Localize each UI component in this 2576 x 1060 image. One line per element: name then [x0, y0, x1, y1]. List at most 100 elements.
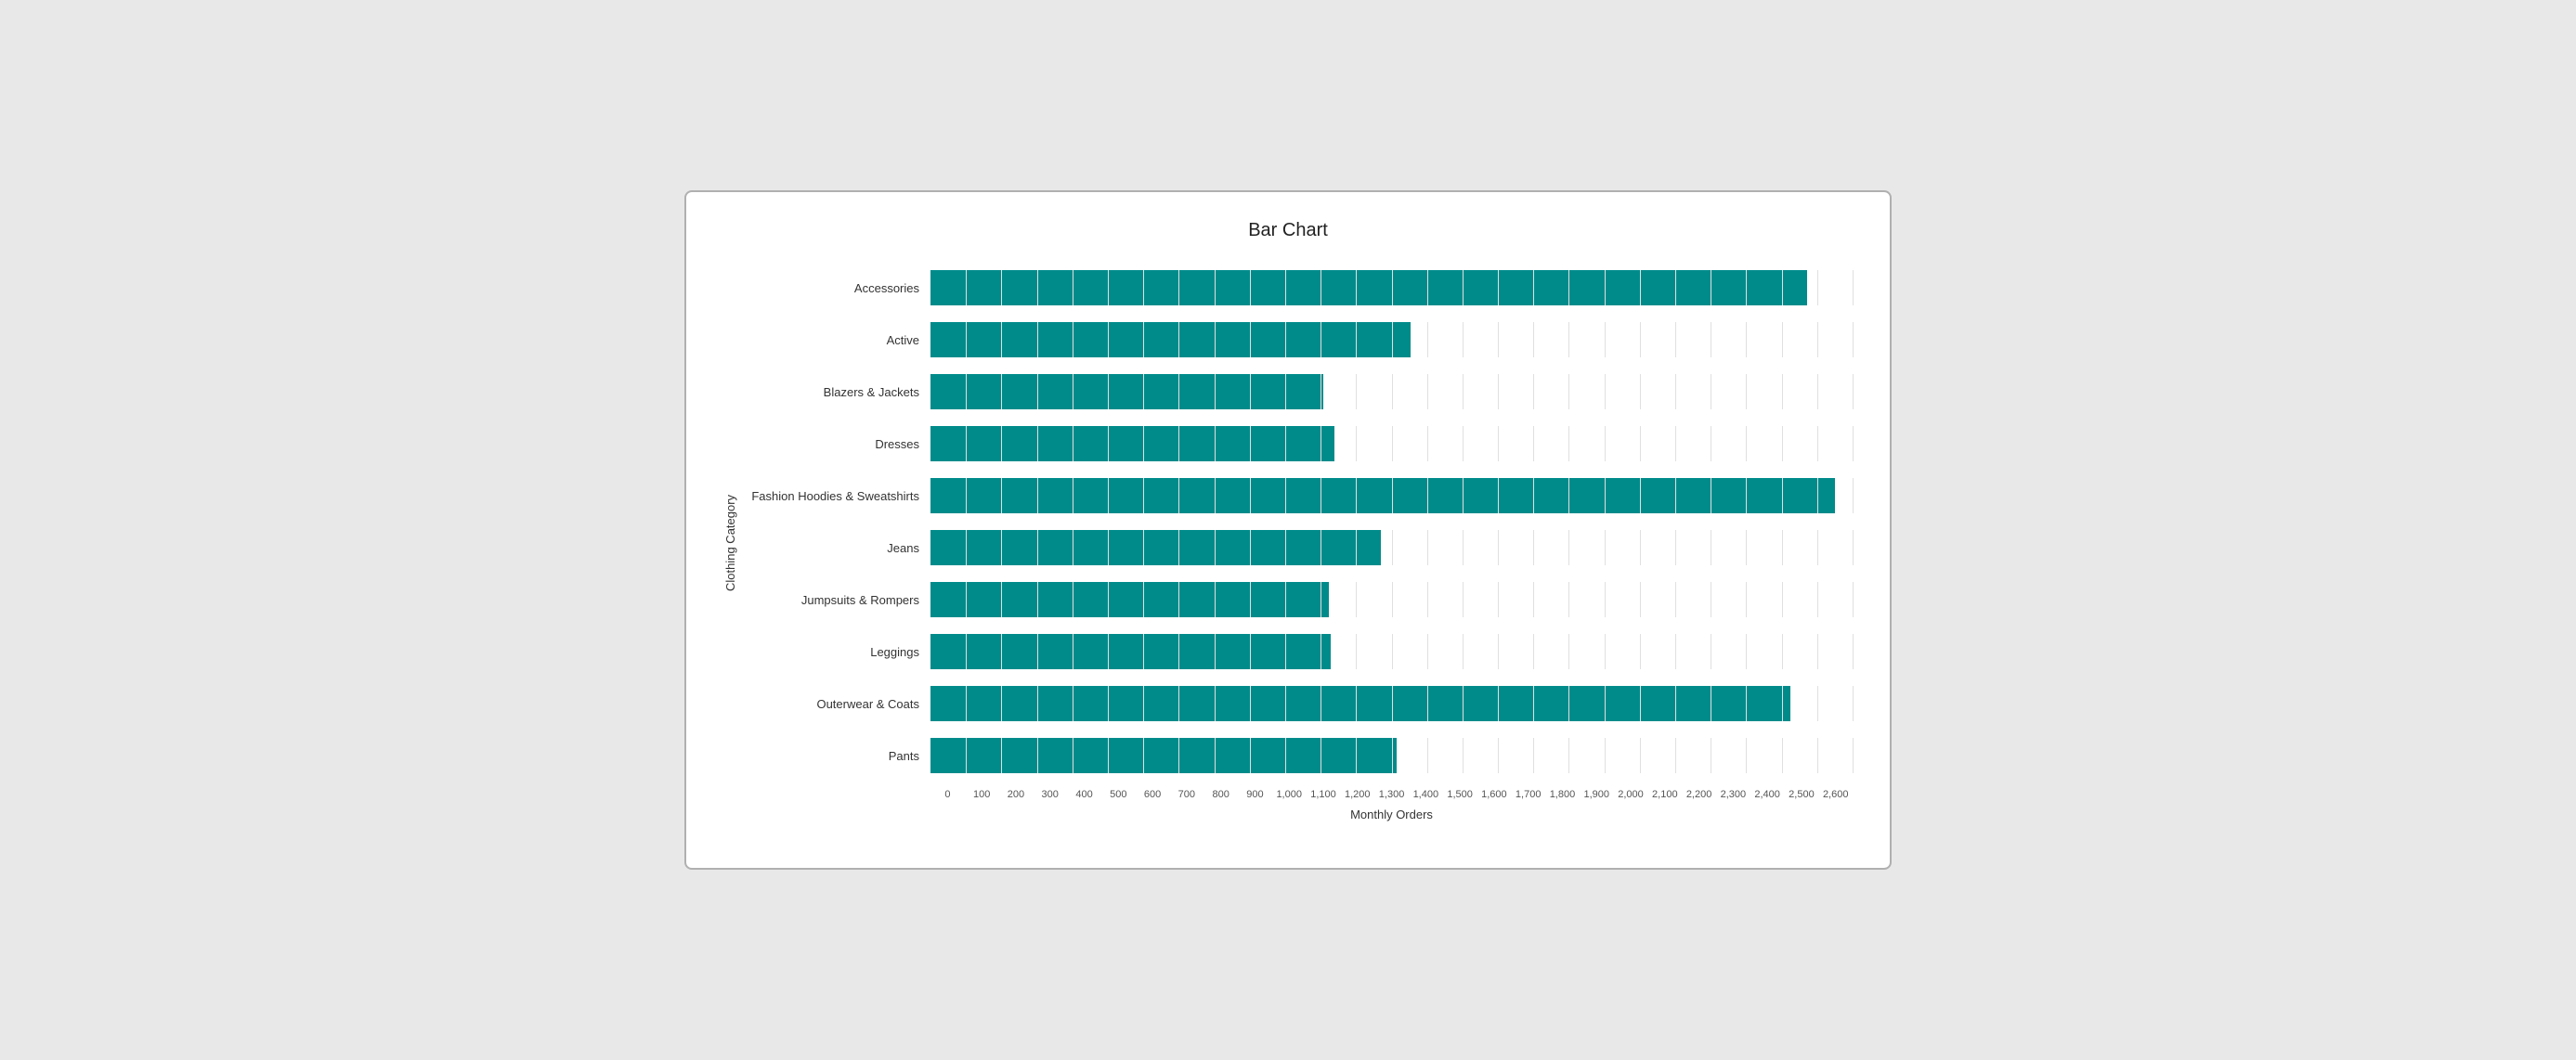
bar-label: Pants [745, 749, 930, 763]
grid-line [1568, 738, 1569, 773]
grid-line [1817, 738, 1818, 773]
bar-label: Accessories [745, 281, 930, 295]
x-tick: 2,500 [1785, 789, 1819, 800]
x-tick: 800 [1203, 789, 1238, 800]
grid-line [1640, 582, 1641, 617]
x-tick: 2,300 [1716, 789, 1750, 800]
grid-line [1746, 374, 1747, 409]
grid-line [1392, 530, 1393, 565]
grid-line [1605, 634, 1606, 669]
x-tick: 200 [999, 789, 1034, 800]
grid-line [1853, 530, 1854, 565]
grid-line [1568, 322, 1569, 357]
grid-line [1427, 530, 1428, 565]
bar-row: Jeans [745, 524, 1853, 572]
grid-line [1533, 426, 1534, 461]
grid-line [1392, 634, 1393, 669]
grid-line [1463, 426, 1464, 461]
grid-line [1463, 322, 1464, 357]
grid-line [1392, 426, 1393, 461]
grid-line [1427, 634, 1428, 669]
x-tick: 700 [1169, 789, 1203, 800]
x-tick: 2,400 [1750, 789, 1785, 800]
bar-row: Blazers & Jackets [745, 368, 1853, 416]
grid-line [1746, 738, 1747, 773]
bar-label: Jeans [745, 541, 930, 555]
x-tick: 2,100 [1647, 789, 1682, 800]
x-tick: 900 [1238, 789, 1272, 800]
bar-row: Accessories [745, 264, 1853, 312]
y-axis-label: Clothing Category [723, 264, 737, 821]
x-tick: 2,000 [1614, 789, 1648, 800]
grid-line [1640, 322, 1641, 357]
x-tick: 2,600 [1818, 789, 1853, 800]
bar-fill [930, 374, 1323, 409]
grid-line [1675, 530, 1676, 565]
bar-label: Dresses [745, 437, 930, 451]
grid-line [1817, 322, 1818, 357]
grid-line [1675, 426, 1676, 461]
grid-line [1675, 374, 1676, 409]
grid-line [1782, 634, 1783, 669]
grid-line [1463, 374, 1464, 409]
grid-line [1568, 634, 1569, 669]
x-tick: 300 [1033, 789, 1067, 800]
bar-label: Blazers & Jackets [745, 385, 930, 399]
grid-line [1568, 582, 1569, 617]
grid-line [1498, 738, 1499, 773]
grid-line [1853, 322, 1854, 357]
chart-inner: Accessories Active Blazers & Jackets Dresse… [745, 264, 1853, 821]
grid-line [1463, 530, 1464, 565]
grid-line [1427, 582, 1428, 617]
bar-fill [930, 738, 1397, 773]
x-tick: 0 [930, 789, 965, 800]
x-axis: 01002003004005006007008009001,0001,1001,… [930, 789, 1853, 800]
x-tick: 500 [1101, 789, 1136, 800]
x-tick: 1,400 [1409, 789, 1443, 800]
grid-line [1427, 374, 1428, 409]
grid-line [1782, 322, 1783, 357]
grid-line [1817, 582, 1818, 617]
bar-fill [930, 322, 1411, 357]
grid-line [1498, 426, 1499, 461]
grid-line [1640, 530, 1641, 565]
grid-line [1817, 686, 1818, 721]
bars-and-grid: Accessories Active Blazers & Jackets Dresse… [745, 264, 1853, 783]
bar-row: Leggings [745, 627, 1853, 676]
chart-area: Clothing Category Accessories Active Blaze… [723, 264, 1853, 821]
grid-line [1356, 582, 1357, 617]
bar-track [930, 634, 1853, 669]
grid-line [1817, 530, 1818, 565]
grid-line [1817, 634, 1818, 669]
bar-fill [930, 634, 1331, 669]
x-tick: 100 [965, 789, 999, 800]
bar-track [930, 738, 1853, 773]
bar-row: Fashion Hoodies & Sweatshirts [745, 472, 1853, 520]
grid-line [1675, 582, 1676, 617]
bar-track [930, 478, 1853, 513]
bar-fill [930, 270, 1807, 305]
grid-line [1817, 270, 1818, 305]
grid-line [1356, 634, 1357, 669]
grid-line [1533, 374, 1534, 409]
grid-line [1568, 426, 1569, 461]
bar-fill [930, 582, 1329, 617]
grid-line [1817, 374, 1818, 409]
x-tick: 1,800 [1545, 789, 1580, 800]
grid-line [1463, 738, 1464, 773]
grid-line [1356, 426, 1357, 461]
grid-line [1853, 426, 1854, 461]
grid-line [1640, 634, 1641, 669]
grid-line [1782, 426, 1783, 461]
grid-line [1640, 426, 1641, 461]
grid-line [1392, 582, 1393, 617]
grid-line [1853, 374, 1854, 409]
grid-line [1498, 530, 1499, 565]
grid-line [1533, 322, 1534, 357]
grid-line [1605, 374, 1606, 409]
bar-row: Active [745, 316, 1853, 364]
bar-track [930, 582, 1853, 617]
x-tick: 1,700 [1511, 789, 1545, 800]
bar-fill [930, 686, 1790, 721]
bar-track [930, 322, 1853, 357]
